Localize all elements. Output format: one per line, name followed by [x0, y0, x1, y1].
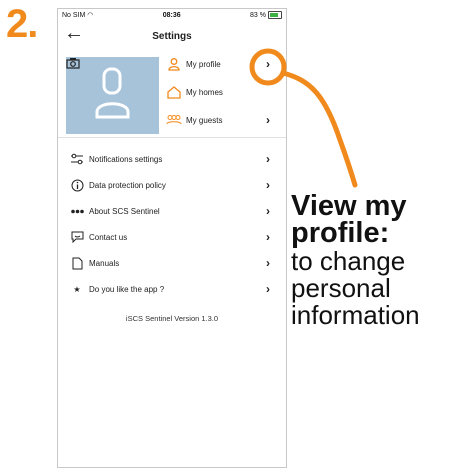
callout-line — [280, 70, 358, 188]
chevron-right-icon: › — [266, 282, 270, 296]
my-homes-item[interactable]: My homes — [166, 79, 286, 105]
home-icon — [166, 85, 182, 99]
my-guests-label: My guests — [186, 115, 223, 125]
sliders-icon — [70, 152, 84, 166]
chevron-right-icon: › — [266, 57, 270, 71]
contact-us-item[interactable]: Contact us › — [58, 224, 286, 250]
chevron-right-icon: › — [266, 152, 270, 166]
chevron-right-icon: › — [266, 204, 270, 218]
profile-area: My profile › My homes My guests › — [58, 49, 286, 138]
version-text: iSCS Sentinel Version 1.3.0 — [125, 314, 219, 323]
about-label: About SCS Sentinel — [89, 206, 160, 216]
rate-app-label: Do you like the app ? — [89, 284, 165, 294]
person-icon — [166, 57, 182, 71]
notifications-settings-label: Notifications settings — [89, 154, 163, 164]
status-bar: No SIM ◠ 08:36 83 % — [58, 9, 286, 21]
header: ← Settings — [58, 21, 286, 49]
data-protection-item[interactable]: Data protection policy › — [58, 172, 286, 198]
chevron-right-icon: › — [266, 178, 270, 192]
battery-status: 83 % — [250, 11, 282, 19]
annotation-heading-1: View my — [291, 190, 407, 222]
chevron-right-icon: › — [266, 230, 270, 244]
star-icon: ★ — [73, 284, 81, 294]
about-item[interactable]: About SCS Sentinel › — [58, 198, 286, 224]
camera-icon[interactable] — [66, 57, 80, 69]
annotation-body-1: to change — [291, 246, 406, 276]
annotation-callout: View my profile: to change personal info… — [291, 190, 459, 330]
rate-app-item[interactable]: ★ Do you like the app ? › — [58, 276, 286, 302]
my-profile-label: My profile — [186, 59, 221, 69]
chevron-right-icon: › — [266, 113, 270, 127]
manuals-item[interactable]: Manuals › — [58, 250, 286, 276]
settings-list: Notifications settings › Data protection… — [58, 146, 286, 302]
notifications-settings-item[interactable]: Notifications settings › — [58, 146, 286, 172]
page-title: Settings — [152, 31, 192, 42]
step-number: 2. — [6, 2, 38, 46]
chevron-right-icon: › — [266, 256, 270, 270]
document-icon — [70, 256, 84, 270]
my-homes-label: My homes — [186, 87, 223, 97]
phone-screen: No SIM ◠ 08:36 83 % ← Settings My profil… — [57, 8, 287, 468]
battery-icon — [268, 11, 282, 19]
info-icon — [70, 178, 84, 192]
avatar[interactable] — [66, 57, 159, 134]
wifi-icon: ◠ — [87, 12, 94, 19]
carrier-label: No SIM ◠ — [62, 12, 94, 19]
clock: 08:36 — [162, 11, 181, 19]
contact-us-label: Contact us — [89, 232, 128, 242]
chat-icon — [70, 230, 84, 244]
annotation-heading-2: profile: — [291, 217, 390, 249]
annotation-body-3: information — [291, 300, 420, 330]
annotation-body-2: personal — [291, 273, 391, 303]
my-guests-item[interactable]: My guests › — [166, 107, 286, 133]
dots-icon — [70, 204, 84, 218]
guests-icon — [166, 113, 182, 127]
my-profile-item[interactable]: My profile › — [166, 51, 286, 77]
manuals-label: Manuals — [89, 258, 120, 268]
data-protection-label: Data protection policy — [89, 180, 166, 190]
